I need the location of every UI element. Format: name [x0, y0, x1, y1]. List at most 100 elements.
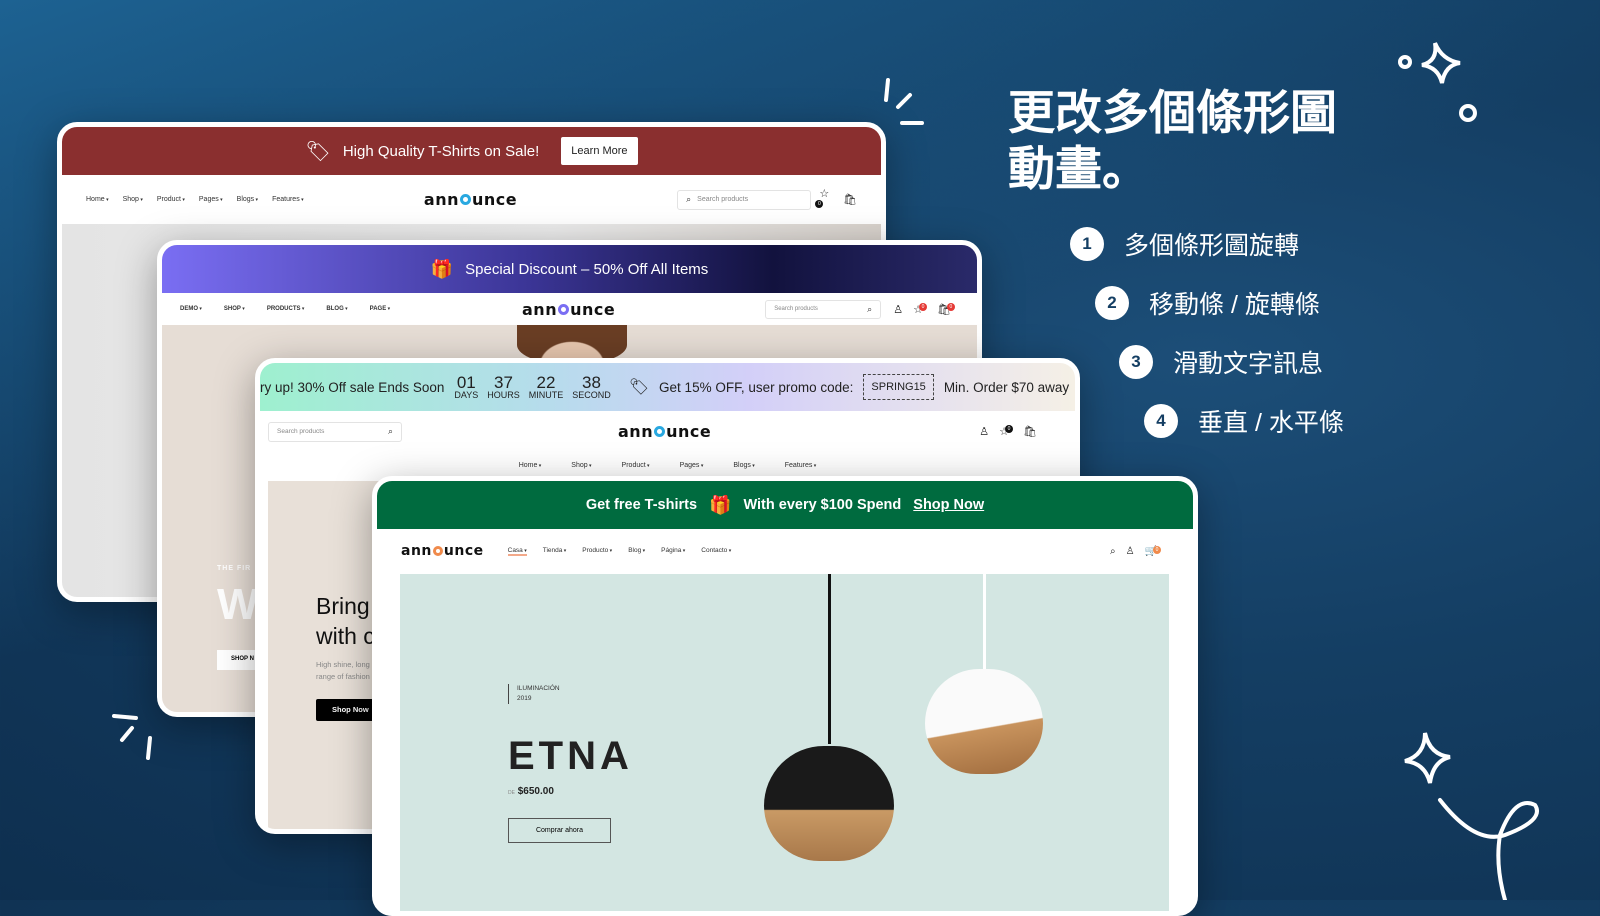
menu-item[interactable]: Contacto: [701, 547, 731, 556]
header-icons: ♙ ☆0 🛍0: [893, 302, 955, 316]
menu-item[interactable]: Tienda: [543, 547, 567, 556]
menu-item[interactable]: Features: [785, 462, 817, 469]
sparkle-lines-icon: [884, 78, 924, 125]
countdown-days: 01 DAYS: [454, 373, 479, 400]
announcement-bar: 🏷 High Quality T-Shirts on Sale! Learn M…: [62, 127, 881, 175]
banner-text: Special Discount – 50% Off All Items: [465, 260, 709, 278]
cart-icon[interactable]: 🛍0: [937, 302, 955, 316]
banner-text: Get free T-shirts: [585, 497, 698, 513]
main-menu: Home Shop Product Pages Blogs Features: [86, 196, 424, 203]
menu-item[interactable]: PAGE: [370, 306, 390, 312]
menu-item[interactable]: Pages: [680, 462, 704, 469]
feature-number: 1: [1070, 227, 1104, 261]
menu-item[interactable]: SHOP: [224, 306, 245, 312]
feature-item: 2 移動條 / 旋轉條: [1095, 285, 1320, 321]
wishlist-icon[interactable]: ☆0: [999, 425, 1013, 438]
header-icons: ☆0 🛍: [815, 187, 857, 212]
hero-eyebrow: THE FIR: [217, 565, 252, 572]
hero-price: DE $650.00: [508, 786, 554, 797]
gift-icon: 🎁: [709, 494, 732, 515]
headline: 更改多個條形圖 動畫。: [1008, 86, 1337, 198]
account-icon[interactable]: ♙: [1126, 546, 1135, 557]
wishlist-icon[interactable]: ☆0: [815, 187, 833, 212]
countdown-timer: 01 DAYS 37 HOURS 22 MINUTE 38 SECOND: [454, 374, 610, 400]
sparkle-lines-icon: [112, 714, 152, 760]
logo[interactable]: ann unce: [424, 190, 517, 209]
site-nav: Home Shop Product Pages Blogs Features annunc…: [62, 175, 881, 224]
menu-item[interactable]: Shop: [571, 462, 591, 469]
main-menu: DEMO SHOP PRODUCTS BLOG PAGE: [180, 306, 522, 312]
star-icon: [1398, 42, 1477, 122]
menu-item[interactable]: DEMO: [180, 306, 202, 312]
logo[interactable]: ann unce: [522, 300, 615, 319]
menu-item[interactable]: Producto: [582, 547, 612, 556]
account-icon[interactable]: ♙: [979, 425, 989, 438]
main-menu-row: Home Shop Product Pages Blogs Features: [260, 452, 1075, 479]
banner-text-secondary: With every $100 Spend: [743, 497, 902, 513]
hero-category: ILUMINACIÓN 2019: [508, 684, 560, 704]
menu-item-active[interactable]: Casa: [507, 547, 527, 556]
buy-now-button[interactable]: Comprar ahora: [508, 818, 611, 843]
search-icon: ⌕: [686, 194, 692, 204]
menu-item[interactable]: Blog: [628, 547, 645, 556]
feature-number: 3: [1119, 345, 1153, 379]
feature-number: 2: [1095, 286, 1129, 320]
main-menu: Home Shop Product Pages Blogs Features: [519, 462, 817, 469]
feature-label: 移動條 / 旋轉條: [1149, 291, 1320, 319]
hero-banner: ILUMINACIÓN 2019 ETNA DE $650.00 Comprar …: [400, 574, 1169, 911]
search-input[interactable]: Search products ⌕: [268, 421, 402, 442]
main-menu: Casa Tienda Producto Blog Página Contacto: [507, 547, 732, 556]
menu-item[interactable]: Home: [519, 462, 542, 469]
menu-item[interactable]: Features: [272, 196, 304, 203]
promo-code[interactable]: SPRING15: [863, 374, 934, 400]
announcement-bar: 🎁 Special Discount – 50% Off All Items: [162, 245, 977, 293]
gift-icon: 🎁: [430, 258, 454, 279]
menu-item[interactable]: Página: [661, 547, 685, 556]
hero-description: High shine, long range of fashion: [316, 660, 370, 681]
feature-item: 1 多個條形圖旋轉: [1070, 226, 1299, 262]
menu-item[interactable]: Blogs: [733, 462, 754, 469]
hero-title: W: [217, 580, 259, 629]
learn-more-button[interactable]: Learn More: [561, 137, 638, 165]
cart-icon[interactable]: 🛍: [1023, 425, 1037, 438]
menu-item[interactable]: Home: [86, 196, 109, 203]
mockup-card-4: Get free T-shirts 🎁 With every $100 Spen…: [372, 476, 1198, 916]
menu-item[interactable]: BLOG: [326, 306, 347, 312]
countdown-minutes: 22 MINUTE: [528, 373, 564, 400]
header-icons: ⌕ ♙ 🛒0: [1110, 545, 1161, 557]
min-order-text: Min. Order $70 away: [943, 379, 1070, 395]
search-input[interactable]: Search products ⌕: [765, 299, 882, 319]
menu-item[interactable]: Product: [622, 462, 650, 469]
countdown-hours: 37 HOURS: [487, 373, 520, 400]
headline-line-1: 更改多個條形圖: [1008, 86, 1337, 141]
banner-text: ry up! 30% Off sale Ends Soon: [260, 379, 445, 395]
feature-number: 4: [1144, 404, 1178, 438]
hero-title: ETNA: [508, 734, 633, 778]
banner-text: High Quality T-Shirts on Sale!: [342, 142, 540, 160]
tag-icon: 🏷: [305, 140, 331, 163]
feature-label: 垂直 / 水平條: [1198, 409, 1344, 437]
search-icon[interactable]: ⌕: [1110, 546, 1116, 557]
headline-line-2: 動畫。: [1008, 142, 1149, 197]
logo[interactable]: ann unce: [401, 543, 484, 559]
feature-item: 3 滑動文字訊息: [1119, 344, 1323, 380]
announcement-bar: ry up! 30% Off sale Ends Soon 01 DAYS 37 H…: [260, 363, 1075, 411]
site-nav: annunce Casa Tienda Producto Blog Página Cont…: [377, 529, 1193, 573]
shop-now-link[interactable]: Shop Now: [913, 497, 984, 513]
menu-item[interactable]: Shop: [123, 196, 143, 203]
search-icon: ⌕: [387, 426, 393, 436]
menu-item[interactable]: Pages: [199, 196, 223, 203]
account-icon[interactable]: ♙: [893, 303, 903, 316]
cart-icon[interactable]: 🛍: [843, 193, 857, 206]
site-nav: Search products ⌕ ann unce ♙ ☆0 🛍: [260, 411, 1075, 452]
menu-item[interactable]: Product: [157, 196, 185, 203]
wishlist-icon[interactable]: ☆0: [913, 302, 927, 316]
menu-item[interactable]: PRODUCTS: [267, 306, 305, 312]
menu-item[interactable]: Blogs: [237, 196, 258, 203]
feature-item: 4 垂直 / 水平條: [1144, 403, 1344, 439]
cart-icon[interactable]: 🛒0: [1145, 545, 1161, 557]
feature-label: 滑動文字訊息: [1173, 350, 1324, 378]
search-input[interactable]: ⌕ Search products: [677, 189, 812, 210]
feature-label: 多個條形圖旋轉: [1124, 232, 1300, 260]
logo[interactable]: ann unce: [618, 422, 711, 441]
